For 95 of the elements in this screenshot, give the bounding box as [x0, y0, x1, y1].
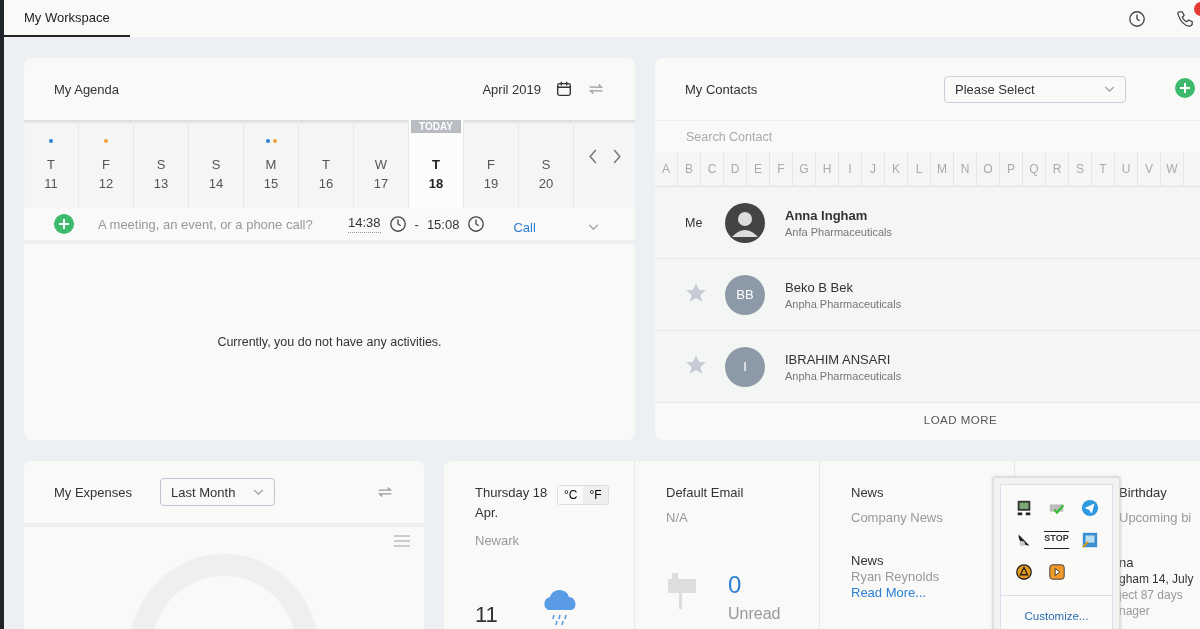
initials-avatar[interactable]: I	[725, 346, 765, 387]
temperature: 11	[475, 602, 498, 628]
paper-plane-icon[interactable]	[1080, 499, 1099, 517]
empty-message: Currently, you do not have any activities.	[217, 335, 442, 349]
clock-icon[interactable]	[388, 215, 407, 233]
unread-label: Unread	[728, 605, 781, 623]
letter-filter[interactable]: V	[1138, 152, 1161, 186]
letter-filter[interactable]: J	[862, 152, 885, 186]
clock-icon[interactable]	[467, 215, 486, 233]
star-icon[interactable]	[685, 354, 707, 376]
card-title: My Contacts	[685, 81, 759, 97]
weather-city: Newark	[475, 533, 521, 548]
time-separator: -	[414, 216, 419, 232]
letter-filter[interactable]: A	[655, 152, 678, 186]
letter-filter[interactable]: S	[1069, 152, 1092, 186]
letter-filter[interactable]: W	[1161, 152, 1184, 186]
letter-filter[interactable]: B	[678, 152, 701, 186]
unread-count: 0	[728, 571, 743, 599]
letter-filter[interactable]: N	[954, 152, 977, 186]
me-label: Me	[685, 215, 704, 230]
news-subtitle: Company News	[851, 510, 944, 525]
calendar-icon[interactable]	[555, 80, 573, 98]
play-icon[interactable]	[1047, 563, 1066, 581]
unit-toggle[interactable]: °F	[583, 486, 608, 504]
mailbox-icon	[666, 571, 696, 611]
letter-filter[interactable]: Q	[1023, 152, 1046, 186]
activity-input[interactable]: A meeting, an event, or a phone call?	[96, 215, 340, 233]
contact-company: Anpha Pharmaceuticals	[785, 369, 902, 382]
contact-name[interactable]: Anna Ingham	[785, 207, 892, 223]
workspace-tab[interactable]: My Workspace	[4, 0, 130, 37]
birthday-subtitle: Upcoming bi	[1119, 510, 1193, 525]
letter-filter[interactable]: G	[793, 152, 816, 186]
letter-filter[interactable]: E	[747, 152, 770, 186]
letter-filter[interactable]: F	[770, 152, 793, 186]
letter-filter[interactable]: K	[885, 152, 908, 186]
card-title: My Agenda	[54, 81, 121, 97]
email-title: Default Email	[666, 485, 745, 500]
day-cell[interactable]: TODAY T 18	[409, 120, 464, 208]
caret-icon	[588, 223, 600, 231]
phone-icon[interactable]	[1176, 9, 1194, 28]
weather-date: Thursday 18 Apr.	[475, 484, 549, 522]
days-left: 87 days	[1140, 587, 1183, 603]
next-icon[interactable]	[612, 148, 622, 164]
letter-filter[interactable]: L	[908, 152, 931, 186]
day-cell[interactable]: S 20	[519, 120, 574, 208]
add-icon[interactable]	[54, 214, 74, 234]
letter-filter[interactable]: R	[1046, 152, 1069, 186]
period-dropdown[interactable]: Last Month	[160, 478, 276, 506]
contact-company: Anfa Pharmaceuticals	[785, 225, 892, 238]
day-cell[interactable]: T 11	[24, 120, 79, 208]
caret-icon	[253, 488, 265, 496]
previous-icon[interactable]	[588, 148, 598, 164]
star-icon[interactable]	[685, 282, 707, 304]
day-cell[interactable]: T 16	[299, 120, 354, 208]
day-cell[interactable]: F 12	[79, 120, 134, 208]
day-cell[interactable]: M 15	[244, 120, 299, 208]
contact-company: Anpha Pharmaceuticals	[785, 297, 902, 310]
letter-filter[interactable]: P	[1000, 152, 1023, 186]
letter-filter[interactable]: O	[977, 152, 1000, 186]
birthday-name: gham	[1119, 571, 1150, 587]
read-more-link[interactable]: Read More...	[851, 585, 927, 600]
birthday-name: na	[1119, 555, 1135, 571]
contact-name[interactable]: Beko B Bek	[785, 279, 902, 295]
letter-filter[interactable]: H	[816, 152, 839, 186]
end-time[interactable]: 15:08	[426, 216, 460, 232]
birthday-date: 14, July	[1152, 571, 1194, 587]
initials-avatar[interactable]: BB	[725, 274, 765, 315]
card-title: My Expenses	[54, 484, 133, 500]
window-icon[interactable]	[1080, 531, 1099, 549]
news-item-title: News	[851, 553, 885, 569]
day-cell[interactable]: S 14	[189, 120, 244, 208]
caret-icon	[1104, 85, 1115, 93]
add-icon[interactable]	[1175, 78, 1195, 98]
contact-filter-dropdown[interactable]: Please Select	[944, 75, 1126, 103]
start-time[interactable]: 14:38	[348, 215, 381, 230]
letter-filter[interactable]: T	[1092, 152, 1115, 186]
today-label: TODAY	[411, 120, 461, 133]
avatar-icon[interactable]	[725, 202, 765, 243]
activity-type-dropdown[interactable]: Call	[513, 219, 600, 235]
contact-name[interactable]: IBRAHIM ANSARI	[785, 351, 902, 367]
birthday-title: Birthday	[1119, 485, 1168, 500]
day-cell[interactable]: F 19	[464, 120, 519, 208]
clock-icon[interactable]	[1128, 9, 1146, 28]
birthday-role: nager	[1119, 603, 1151, 619]
letter-filter[interactable]: U	[1115, 152, 1138, 186]
news-item-text: Ryan Reynolds	[851, 569, 940, 584]
customize-link[interactable]: Customize...	[1001, 596, 1112, 622]
news-title: News	[851, 485, 885, 500]
letter-filter[interactable]: D	[724, 152, 747, 186]
email-address: N/A	[666, 510, 689, 525]
letter-filter[interactable]: C	[701, 152, 724, 186]
day-cell[interactable]: S 13	[134, 120, 189, 208]
letter-filter[interactable]: M	[931, 152, 954, 186]
month-label: April 2019	[482, 81, 541, 97]
birthday-role: ject	[1119, 587, 1138, 603]
